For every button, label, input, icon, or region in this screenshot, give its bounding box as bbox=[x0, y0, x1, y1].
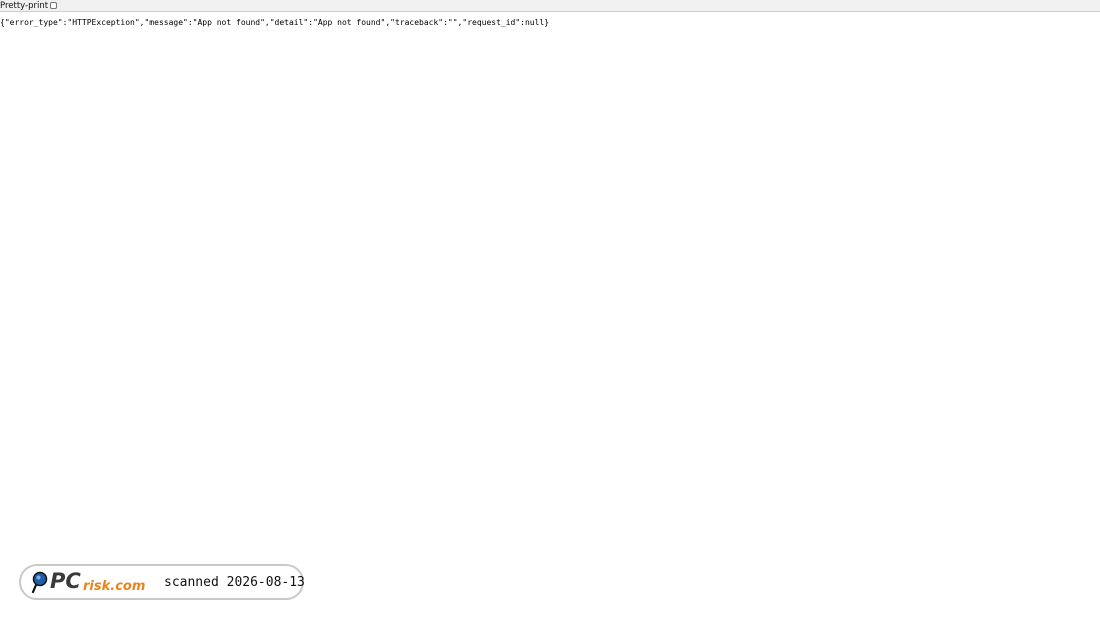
svg-text:PC: PC bbox=[50, 569, 81, 593]
pretty-print-label: Pretty-print bbox=[0, 0, 49, 11]
scan-date-text: scanned 2026-08-13 bbox=[164, 574, 305, 590]
pcrisk-logo: PC risk.com bbox=[31, 568, 149, 596]
pretty-print-bar: Pretty-print bbox=[0, 0, 1100, 12]
pcrisk-watermark-badge: PC risk.com scanned 2026-08-13 bbox=[19, 564, 305, 600]
json-response-text: {"error_type":"HTTPException","message":… bbox=[0, 18, 550, 27]
svg-text:risk.com: risk.com bbox=[83, 579, 145, 594]
pcrisk-logo-icon: PC risk.com bbox=[31, 569, 145, 594]
pretty-print-checkbox[interactable] bbox=[50, 2, 58, 9]
